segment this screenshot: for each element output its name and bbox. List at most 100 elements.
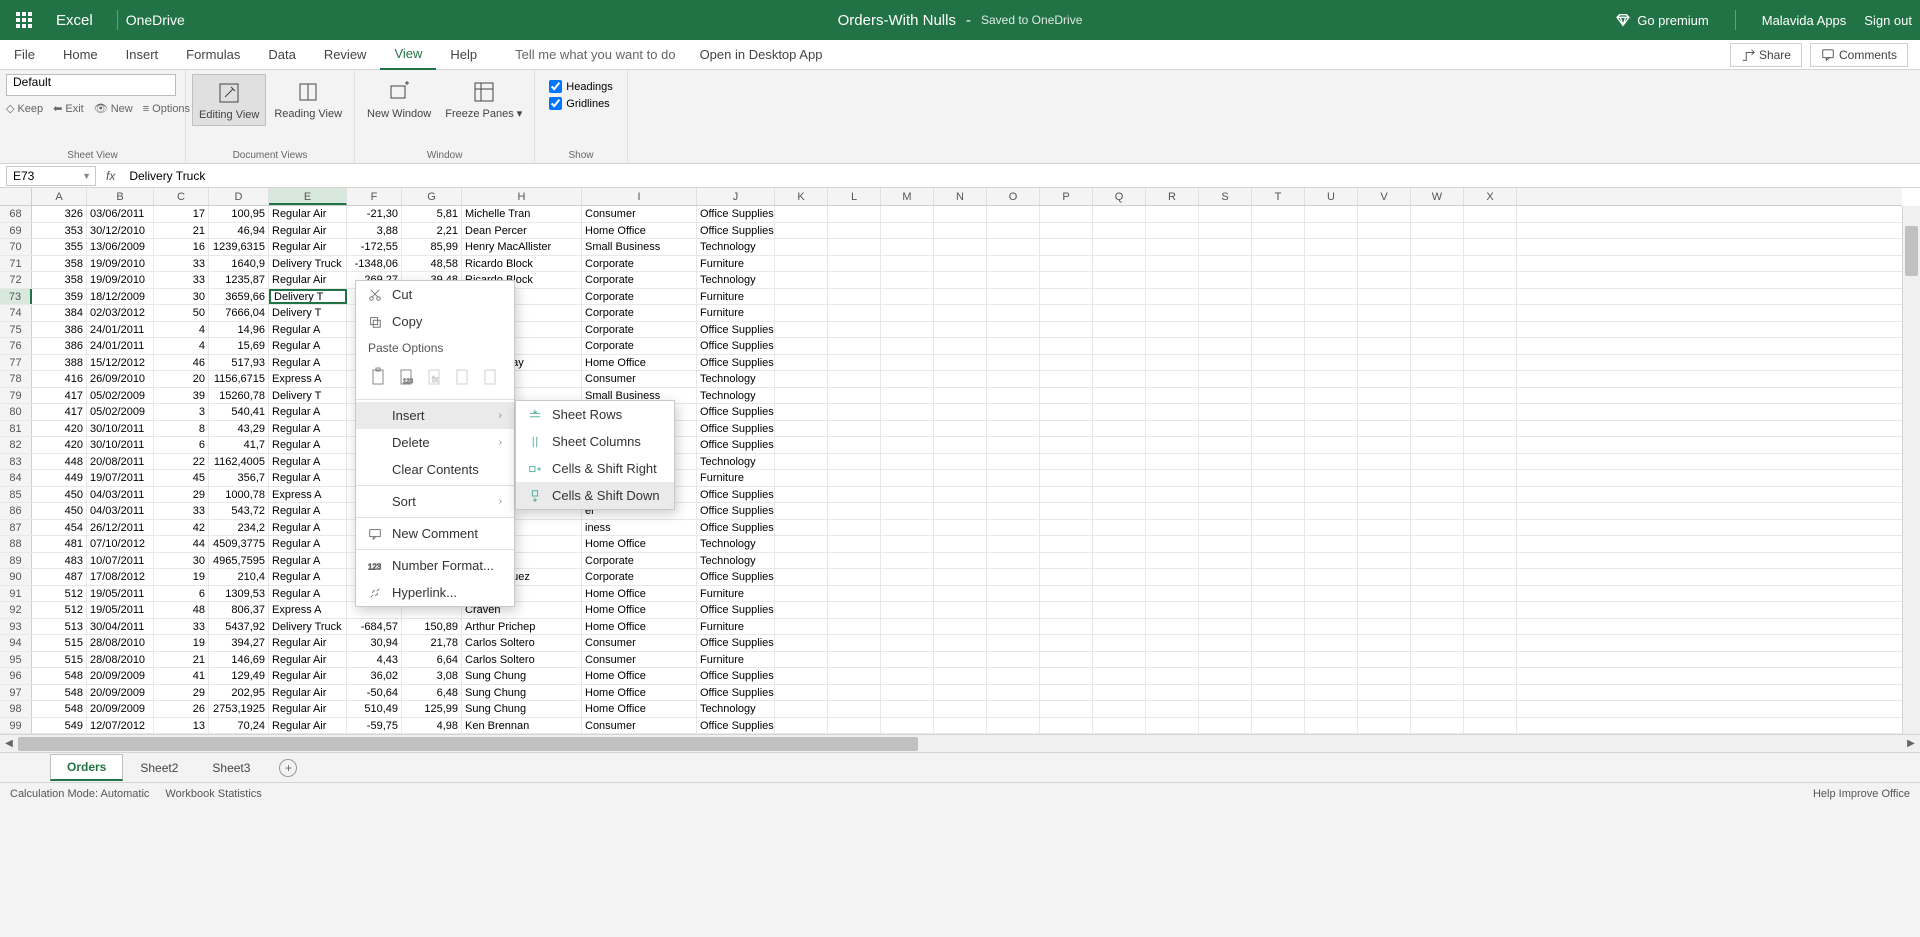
cell[interactable] xyxy=(987,272,1040,288)
cell[interactable]: Furniture xyxy=(697,305,775,321)
cell[interactable]: Regular Air xyxy=(269,718,347,734)
cell[interactable] xyxy=(775,553,828,569)
cell[interactable] xyxy=(1411,239,1464,255)
cell[interactable] xyxy=(934,454,987,470)
cell[interactable]: 234,2 xyxy=(209,520,269,536)
cell[interactable] xyxy=(775,652,828,668)
cell[interactable]: 26 xyxy=(154,701,209,717)
cell[interactable] xyxy=(987,569,1040,585)
cell[interactable] xyxy=(1146,223,1199,239)
cell[interactable]: 03/06/2011 xyxy=(87,206,154,222)
cell[interactable] xyxy=(1464,635,1517,651)
cell[interactable]: 19/05/2011 xyxy=(87,602,154,618)
cell[interactable] xyxy=(1093,338,1146,354)
cell[interactable] xyxy=(1040,718,1093,734)
cell[interactable] xyxy=(987,652,1040,668)
cell[interactable] xyxy=(934,520,987,536)
cell[interactable] xyxy=(828,520,881,536)
cell[interactable] xyxy=(987,421,1040,437)
cell[interactable]: 46,94 xyxy=(209,223,269,239)
cell[interactable] xyxy=(1411,635,1464,651)
cell[interactable] xyxy=(1358,619,1411,635)
cell[interactable] xyxy=(1040,223,1093,239)
cell[interactable] xyxy=(1358,239,1411,255)
cell[interactable] xyxy=(987,487,1040,503)
cell[interactable]: 19 xyxy=(154,569,209,585)
cell[interactable]: Regular Air xyxy=(269,668,347,684)
cell[interactable] xyxy=(1040,668,1093,684)
cell[interactable] xyxy=(1252,239,1305,255)
cell[interactable] xyxy=(1040,602,1093,618)
cell[interactable] xyxy=(1199,536,1252,552)
cell[interactable] xyxy=(934,569,987,585)
cell[interactable]: 483 xyxy=(32,553,87,569)
cell[interactable]: Office Supplies xyxy=(697,685,775,701)
cell[interactable]: 19/09/2010 xyxy=(87,272,154,288)
cell[interactable]: Arthur Prichep xyxy=(462,619,582,635)
cell[interactable] xyxy=(1252,388,1305,404)
cell[interactable] xyxy=(1199,388,1252,404)
cell[interactable]: 33 xyxy=(154,619,209,635)
cell[interactable] xyxy=(934,668,987,684)
cell[interactable] xyxy=(1464,536,1517,552)
col-header-V[interactable]: V xyxy=(1358,188,1411,205)
cell[interactable] xyxy=(934,685,987,701)
cell[interactable] xyxy=(1146,305,1199,321)
cell[interactable]: Regular Air xyxy=(269,223,347,239)
cell[interactable] xyxy=(1305,388,1358,404)
cell[interactable] xyxy=(1305,569,1358,585)
row-header[interactable]: 93 xyxy=(0,619,32,635)
cell[interactable] xyxy=(1199,586,1252,602)
cell[interactable]: -21,30 xyxy=(347,206,402,222)
col-header-D[interactable]: D xyxy=(209,188,269,205)
cell[interactable] xyxy=(1252,322,1305,338)
cell[interactable] xyxy=(987,602,1040,618)
cell[interactable]: 384 xyxy=(32,305,87,321)
select-all-corner[interactable] xyxy=(0,188,32,205)
cell[interactable]: 30 xyxy=(154,553,209,569)
cell[interactable] xyxy=(934,718,987,734)
cell[interactable]: Delivery Truck xyxy=(269,619,347,635)
cell[interactable] xyxy=(828,454,881,470)
open-desktop-link[interactable]: Open in Desktop App xyxy=(700,47,823,62)
cell[interactable]: 2753,1925 xyxy=(209,701,269,717)
formula-input[interactable]: Delivery Truck xyxy=(125,169,1920,183)
cell[interactable] xyxy=(775,668,828,684)
cell[interactable]: Home Office xyxy=(582,536,697,552)
cell[interactable] xyxy=(1305,437,1358,453)
cell[interactable] xyxy=(1358,355,1411,371)
row-header[interactable]: 74 xyxy=(0,305,32,321)
cell[interactable]: Office Supplies xyxy=(697,355,775,371)
cell[interactable] xyxy=(1411,404,1464,420)
cell[interactable] xyxy=(881,256,934,272)
cell[interactable] xyxy=(775,470,828,486)
cell[interactable] xyxy=(987,437,1040,453)
cell[interactable]: 19/05/2011 xyxy=(87,586,154,602)
cell[interactable] xyxy=(987,668,1040,684)
cell[interactable]: Technology xyxy=(697,388,775,404)
cell[interactable]: 50 xyxy=(154,305,209,321)
cell[interactable]: Home Office xyxy=(582,668,697,684)
cell[interactable] xyxy=(881,206,934,222)
cell[interactable]: Furniture xyxy=(697,586,775,602)
cell[interactable] xyxy=(1040,289,1093,305)
cell[interactable] xyxy=(1358,569,1411,585)
cell[interactable]: 3,08 xyxy=(402,668,462,684)
cell[interactable] xyxy=(775,569,828,585)
col-header-K[interactable]: K xyxy=(775,188,828,205)
cell[interactable]: 30 xyxy=(154,289,209,305)
sign-out-link[interactable]: Sign out xyxy=(1864,13,1912,28)
cell[interactable] xyxy=(1093,272,1146,288)
col-header-E[interactable]: E xyxy=(269,188,347,205)
cell[interactable]: 417 xyxy=(32,388,87,404)
cell[interactable] xyxy=(881,718,934,734)
sheet-tab-sheet3[interactable]: Sheet3 xyxy=(195,755,267,781)
cell[interactable] xyxy=(934,503,987,519)
cell[interactable] xyxy=(1305,256,1358,272)
cell[interactable] xyxy=(1146,520,1199,536)
row-header[interactable]: 78 xyxy=(0,371,32,387)
cell[interactable] xyxy=(1146,256,1199,272)
cell[interactable] xyxy=(1411,305,1464,321)
cell[interactable]: 19/07/2011 xyxy=(87,470,154,486)
row-header[interactable]: 80 xyxy=(0,404,32,420)
